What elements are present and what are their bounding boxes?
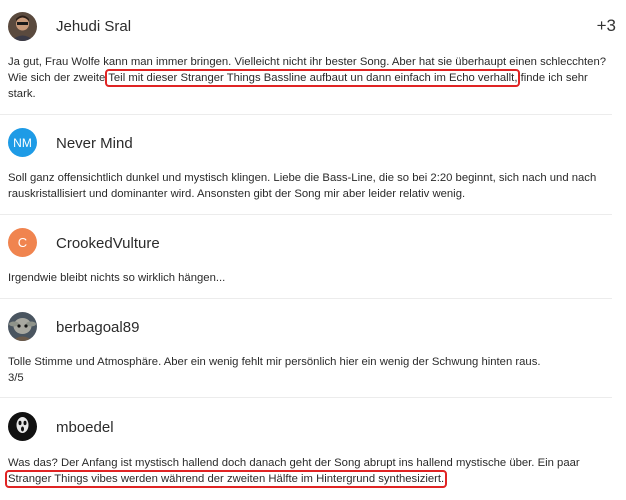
username[interactable]: Never Mind <box>56 135 133 152</box>
divider <box>0 114 612 115</box>
user-photo-icon <box>8 312 37 341</box>
username[interactable]: berbagoal89 <box>56 319 139 336</box>
comment-text-part: Was das? Der Anfang ist mystisch hallend… <box>8 457 580 469</box>
more-replies-count[interactable]: +3 <box>597 16 616 36</box>
username[interactable]: Jehudi Sral <box>56 18 131 35</box>
divider <box>0 298 612 299</box>
highlighted-phrase: Teil mit dieser Stranger Things Bassline… <box>105 69 521 87</box>
comment-text: Tolle Stimme und Atmosphäre. Aber ein we… <box>8 354 612 386</box>
username[interactable]: mboedel <box>56 419 114 436</box>
divider <box>0 214 612 215</box>
avatar[interactable]: NM <box>8 128 37 157</box>
highlighted-phrase: Stranger Things vibes werden während der… <box>4 470 448 488</box>
avatar-initials: NM <box>13 135 32 150</box>
avatar[interactable] <box>8 412 37 441</box>
avatar[interactable]: C <box>8 228 37 257</box>
user-photo-icon <box>8 412 37 441</box>
avatar[interactable] <box>8 12 37 41</box>
comment-text: Was das? Der Anfang ist mystisch hallend… <box>4 455 612 488</box>
user-photo-icon <box>8 12 37 41</box>
divider <box>0 397 612 398</box>
comment-text-line: Tolle Stimme und Atmosphäre. Aber ein we… <box>8 356 541 368</box>
comment-text: Soll ganz offensichtlich dunkel und myst… <box>8 172 597 200</box>
comment-text: Irgendwie bleibt nichts so wirklich häng… <box>8 272 226 284</box>
avatar-initials: C <box>17 235 28 250</box>
comment-text: Ja gut, Frau Wolfe kann man immer bringe… <box>8 54 612 102</box>
comment-text-line: 3/5 <box>8 372 24 384</box>
avatar[interactable] <box>8 312 37 341</box>
username[interactable]: CrookedVulture <box>56 235 160 252</box>
